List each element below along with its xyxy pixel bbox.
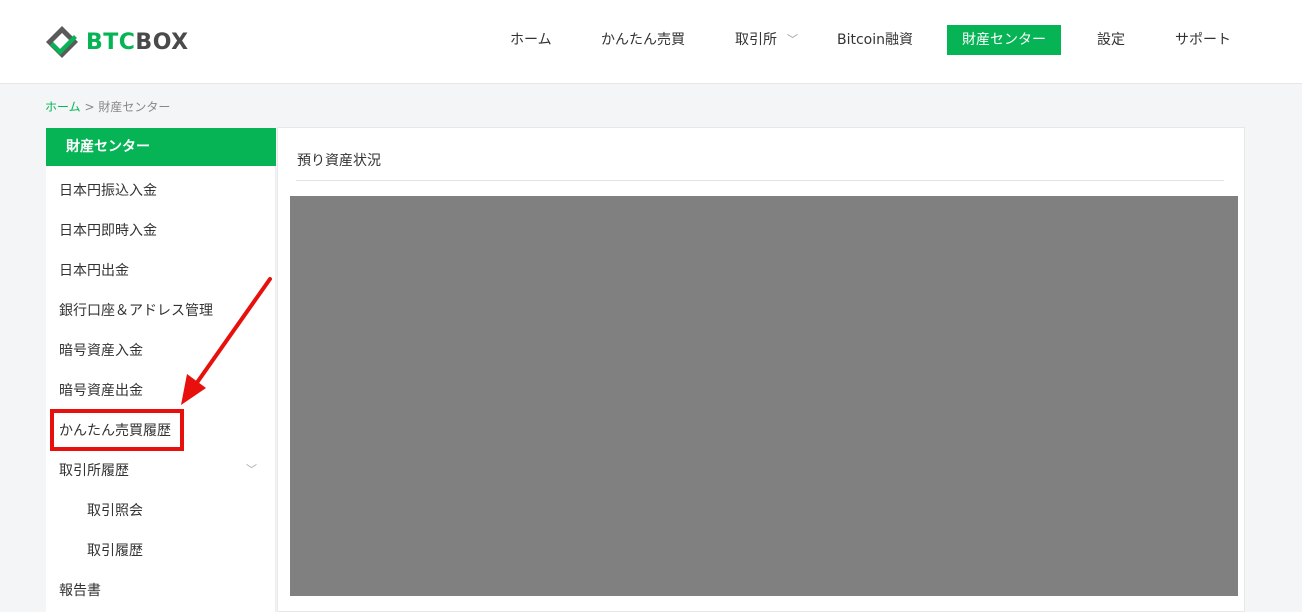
nav-home[interactable]: ホーム — [510, 25, 552, 55]
breadcrumb-separator: > — [84, 100, 95, 114]
nav-easy-trade[interactable]: かんたん売買 — [601, 25, 685, 55]
chevron-down-icon[interactable]: ﹀ — [787, 25, 798, 55]
sidebar-item-jpy-withdrawal[interactable]: 日本円出金 — [59, 261, 129, 281]
nav-exchange[interactable]: 取引所 — [735, 25, 777, 55]
nav-settings[interactable]: 設定 — [1097, 25, 1125, 55]
breadcrumb-home[interactable]: ホーム — [45, 100, 81, 114]
sidebar-subitem-trade-history[interactable]: 取引履歴 — [87, 541, 143, 561]
nav-bitcoin-loan[interactable]: Bitcoin融資 — [837, 25, 913, 55]
breadcrumb: ホーム > 財産センター — [45, 98, 170, 115]
page-title: 預り資産状況 — [297, 153, 381, 169]
nav-asset-center[interactable]: 財産センター — [947, 25, 1061, 55]
main-panel: 預り資産状況 — [277, 127, 1245, 612]
title-divider — [296, 180, 1224, 181]
redacted-content-area — [290, 196, 1238, 596]
sidebar-item-crypto-withdrawal[interactable]: 暗号資産出金 — [59, 381, 143, 401]
annotation-highlight-box — [50, 409, 184, 451]
sidebar-item-reports[interactable]: 報告書 — [59, 581, 101, 601]
chevron-down-icon[interactable]: ﹀ — [246, 461, 257, 477]
sidebar-item-exchange-history[interactable]: 取引所履歴 — [59, 461, 129, 481]
breadcrumb-current: 財産センター — [98, 100, 171, 114]
sidebar-subitem-trade-inquiry[interactable]: 取引照会 — [87, 501, 143, 521]
main-nav: ホーム かんたん売買 取引所 ﹀ Bitcoin融資 財産センター 設定 サポー… — [0, 25, 1302, 55]
sidebar-item-crypto-deposit[interactable]: 暗号資産入金 — [59, 341, 143, 361]
sidebar-heading[interactable]: 財産センター — [46, 128, 276, 166]
sidebar-item-jpy-transfer-deposit[interactable]: 日本円振込入金 — [59, 181, 157, 201]
sidebar-item-bank-address-management[interactable]: 銀行口座＆アドレス管理 — [59, 301, 213, 321]
site-header: BTCBOX ホーム かんたん売買 取引所 ﹀ Bitcoin融資 財産センター… — [0, 0, 1302, 84]
nav-support[interactable]: サポート — [1175, 25, 1231, 55]
sidebar: 財産センター 日本円振込入金 日本円即時入金 日本円出金 銀行口座＆アドレス管理… — [46, 128, 276, 612]
sidebar-item-jpy-instant-deposit[interactable]: 日本円即時入金 — [59, 221, 157, 241]
